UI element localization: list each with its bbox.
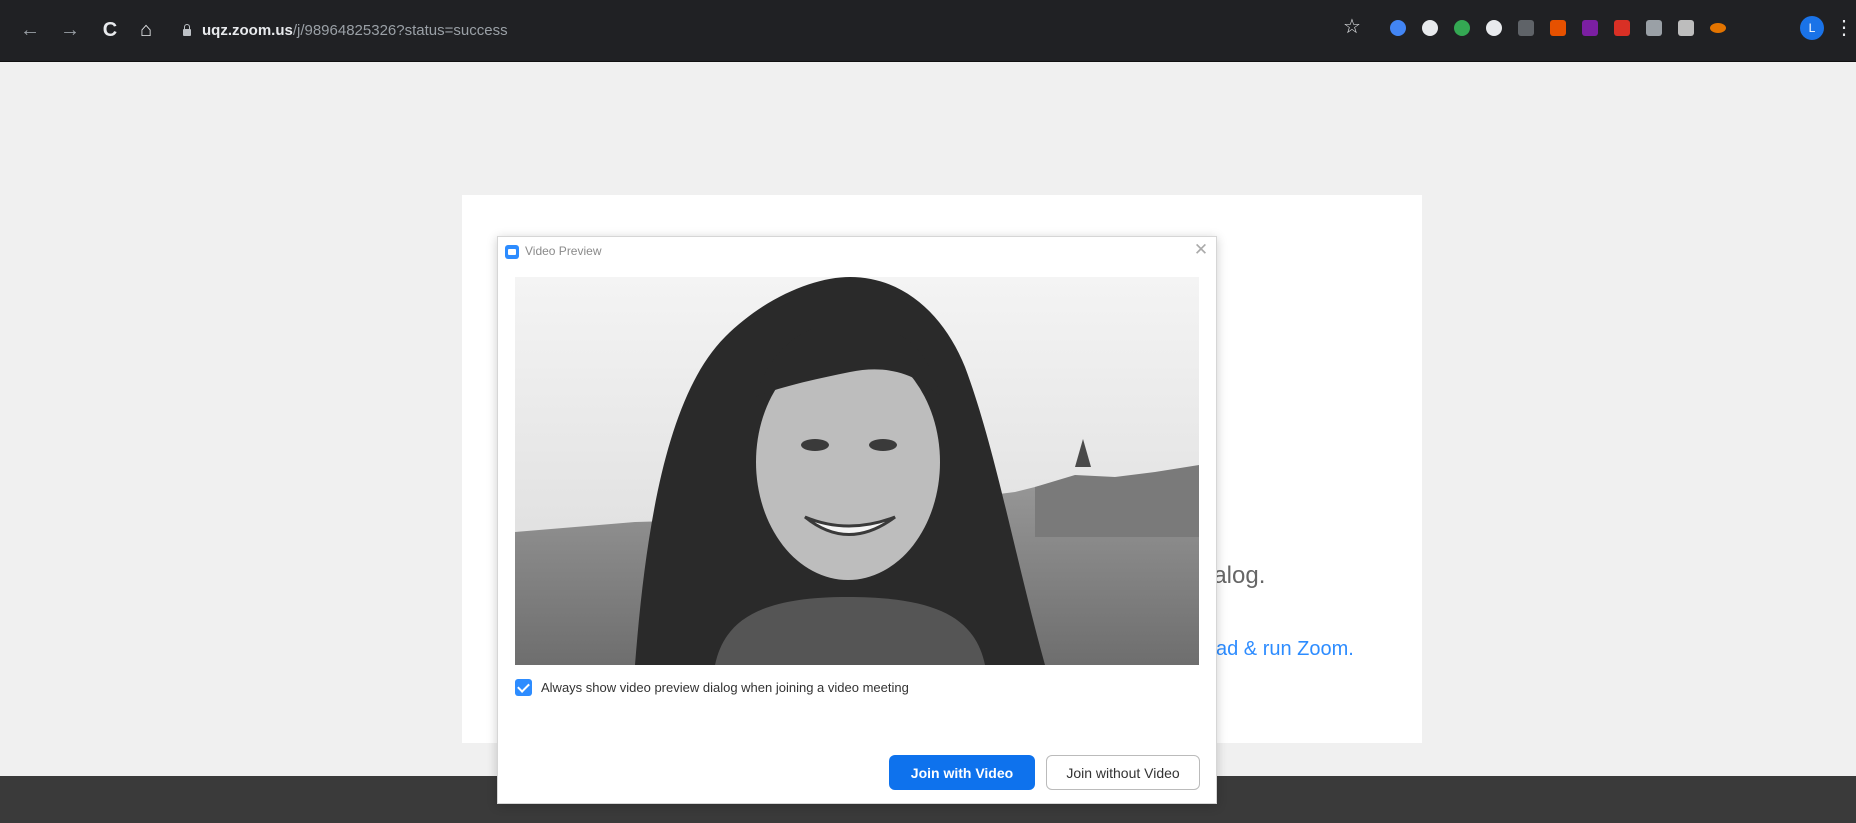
extension-icon[interactable] [1518,20,1534,36]
camera-preview-image [515,277,1199,665]
extension-icon[interactable] [1582,20,1598,36]
url-path: /j/98964825326?status=success [292,22,508,39]
download-zoom-link[interactable]: ad & run Zoom. [1216,638,1354,661]
video-preview-dialog: Video Preview ✕ Always show video previe… [497,236,1217,804]
preview-checkbox-row[interactable]: Always show video preview dialog when jo… [515,677,909,697]
url-host: uqz.zoom.us [202,22,293,39]
browser-toolbar: ← → C ⌂ uqz.zoom.us/j/98964825326?status… [0,0,1856,62]
dialog-titlebar: Video Preview ✕ [498,237,1216,267]
extension-icon[interactable] [1486,20,1502,36]
extension-icon[interactable] [1710,23,1726,33]
bookmark-star-icon[interactable]: ☆ [1343,14,1361,39]
menu-icon[interactable]: ⋮ [1834,12,1854,44]
zoom-logo-icon [505,245,519,259]
extension-icon[interactable] [1678,20,1694,36]
extension-icon[interactable] [1454,20,1470,36]
camera-preview [515,277,1199,665]
checkbox-label: Always show video preview dialog when jo… [541,679,909,695]
lock-icon [182,24,192,36]
join-without-video-button[interactable]: Join without Video [1046,755,1200,790]
join-with-video-button[interactable]: Join with Video [889,755,1035,790]
reload-icon[interactable]: C [96,16,124,44]
address-bar[interactable]: uqz.zoom.us/j/98964825326?status=success [172,12,1312,50]
always-show-preview-checkbox[interactable] [515,678,532,696]
back-icon[interactable]: ← [16,16,44,44]
dialog-title: Video Preview [525,244,602,258]
close-icon[interactable]: ✕ [1192,240,1210,260]
extension-icon[interactable] [1390,20,1406,36]
extension-icon[interactable] [1550,20,1566,36]
extension-icon[interactable] [1614,20,1630,36]
forward-icon[interactable]: → [56,16,84,44]
home-icon[interactable]: ⌂ [132,16,160,44]
profile-avatar[interactable]: L [1800,16,1824,40]
extension-icon[interactable] [1646,20,1662,36]
extension-icon[interactable] [1422,20,1438,36]
